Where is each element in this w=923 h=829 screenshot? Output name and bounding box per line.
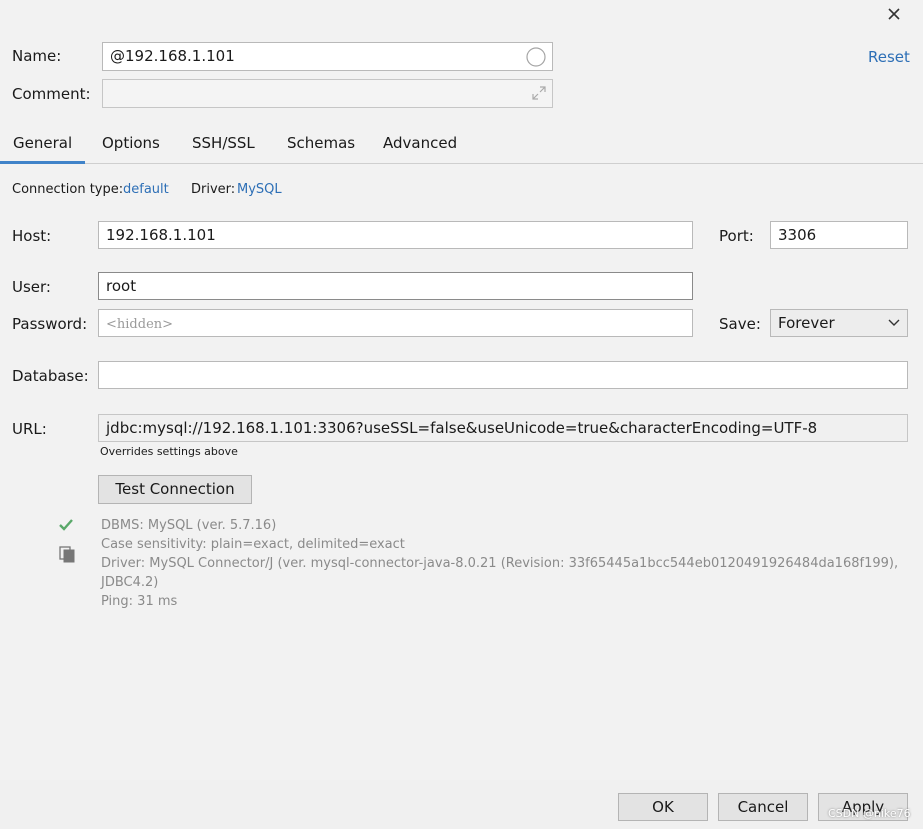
password-label: Password: — [12, 315, 88, 333]
user-label: User: — [12, 278, 51, 296]
password-placeholder: <hidden> — [106, 317, 174, 332]
comment-input[interactable] — [102, 79, 553, 108]
test-connection-button[interactable]: Test Connection — [98, 475, 252, 504]
test-connection-label: Test Connection — [115, 480, 235, 498]
comment-label: Comment: — [12, 85, 91, 103]
host-input[interactable]: 192.168.1.101 — [98, 221, 693, 249]
tab-bar-divider — [0, 163, 923, 164]
port-label: Port: — [719, 227, 754, 245]
tab-options[interactable]: Options — [102, 134, 160, 152]
host-label: Host: — [12, 227, 52, 245]
driver-link[interactable]: MySQL — [237, 182, 282, 197]
cancel-button[interactable]: Cancel — [718, 793, 808, 821]
copy-icon[interactable] — [58, 545, 76, 563]
url-input[interactable]: jdbc:mysql://192.168.1.101:3306?useSSL=f… — [98, 414, 908, 442]
url-label: URL: — [12, 420, 47, 438]
save-label: Save: — [719, 315, 761, 333]
status-line: Driver: MySQL Connector/J (ver. mysql-co… — [101, 556, 899, 571]
tab-general[interactable]: General — [13, 134, 72, 152]
driver-label: Driver: — [191, 182, 236, 197]
watermark: CSDN @nike76 — [828, 807, 911, 820]
connection-type-label: Connection type: — [12, 182, 124, 197]
name-value: @192.168.1.101 — [110, 47, 235, 65]
save-select[interactable]: Forever — [770, 309, 908, 337]
active-tab-indicator — [0, 161, 85, 164]
cancel-label: Cancel — [737, 798, 789, 816]
expand-icon[interactable] — [530, 84, 548, 102]
reset-link[interactable]: Reset — [868, 48, 910, 66]
name-label: Name: — [12, 47, 62, 65]
circle-icon[interactable] — [525, 46, 547, 68]
port-value: 3306 — [778, 226, 817, 244]
url-value: jdbc:mysql://192.168.1.101:3306?useSSL=f… — [106, 419, 818, 437]
host-value: 192.168.1.101 — [106, 226, 216, 244]
tab-advanced[interactable]: Advanced — [383, 134, 457, 152]
user-input[interactable]: root — [98, 272, 693, 300]
close-button[interactable] — [880, 4, 908, 28]
tab-schemas[interactable]: Schemas — [287, 134, 355, 152]
tab-ssh-ssl[interactable]: SSH/SSL — [192, 134, 255, 152]
chevron-down-icon — [888, 319, 900, 326]
port-input[interactable]: 3306 — [770, 221, 908, 249]
user-value: root — [106, 277, 137, 295]
status-info: DBMS: MySQL (ver. 5.7.16) Case sensitivi… — [101, 516, 901, 611]
password-input[interactable]: <hidden> — [98, 309, 693, 337]
connection-type-link[interactable]: default — [123, 182, 169, 197]
status-line: Ping: 31 ms — [101, 594, 178, 609]
status-line: JDBC4.2) — [101, 575, 159, 590]
ok-label: OK — [652, 798, 674, 816]
status-line: Case sensitivity: plain=exact, delimited… — [101, 537, 405, 552]
database-input[interactable] — [98, 361, 908, 389]
status-line: DBMS: MySQL (ver. 5.7.16) — [101, 518, 277, 533]
close-icon — [888, 8, 900, 20]
ok-button[interactable]: OK — [618, 793, 708, 821]
url-hint: Overrides settings above — [100, 445, 238, 458]
checkmark-icon — [59, 519, 73, 531]
database-label: Database: — [12, 367, 89, 385]
name-input[interactable]: @192.168.1.101 — [102, 42, 553, 71]
save-value: Forever — [778, 314, 835, 332]
